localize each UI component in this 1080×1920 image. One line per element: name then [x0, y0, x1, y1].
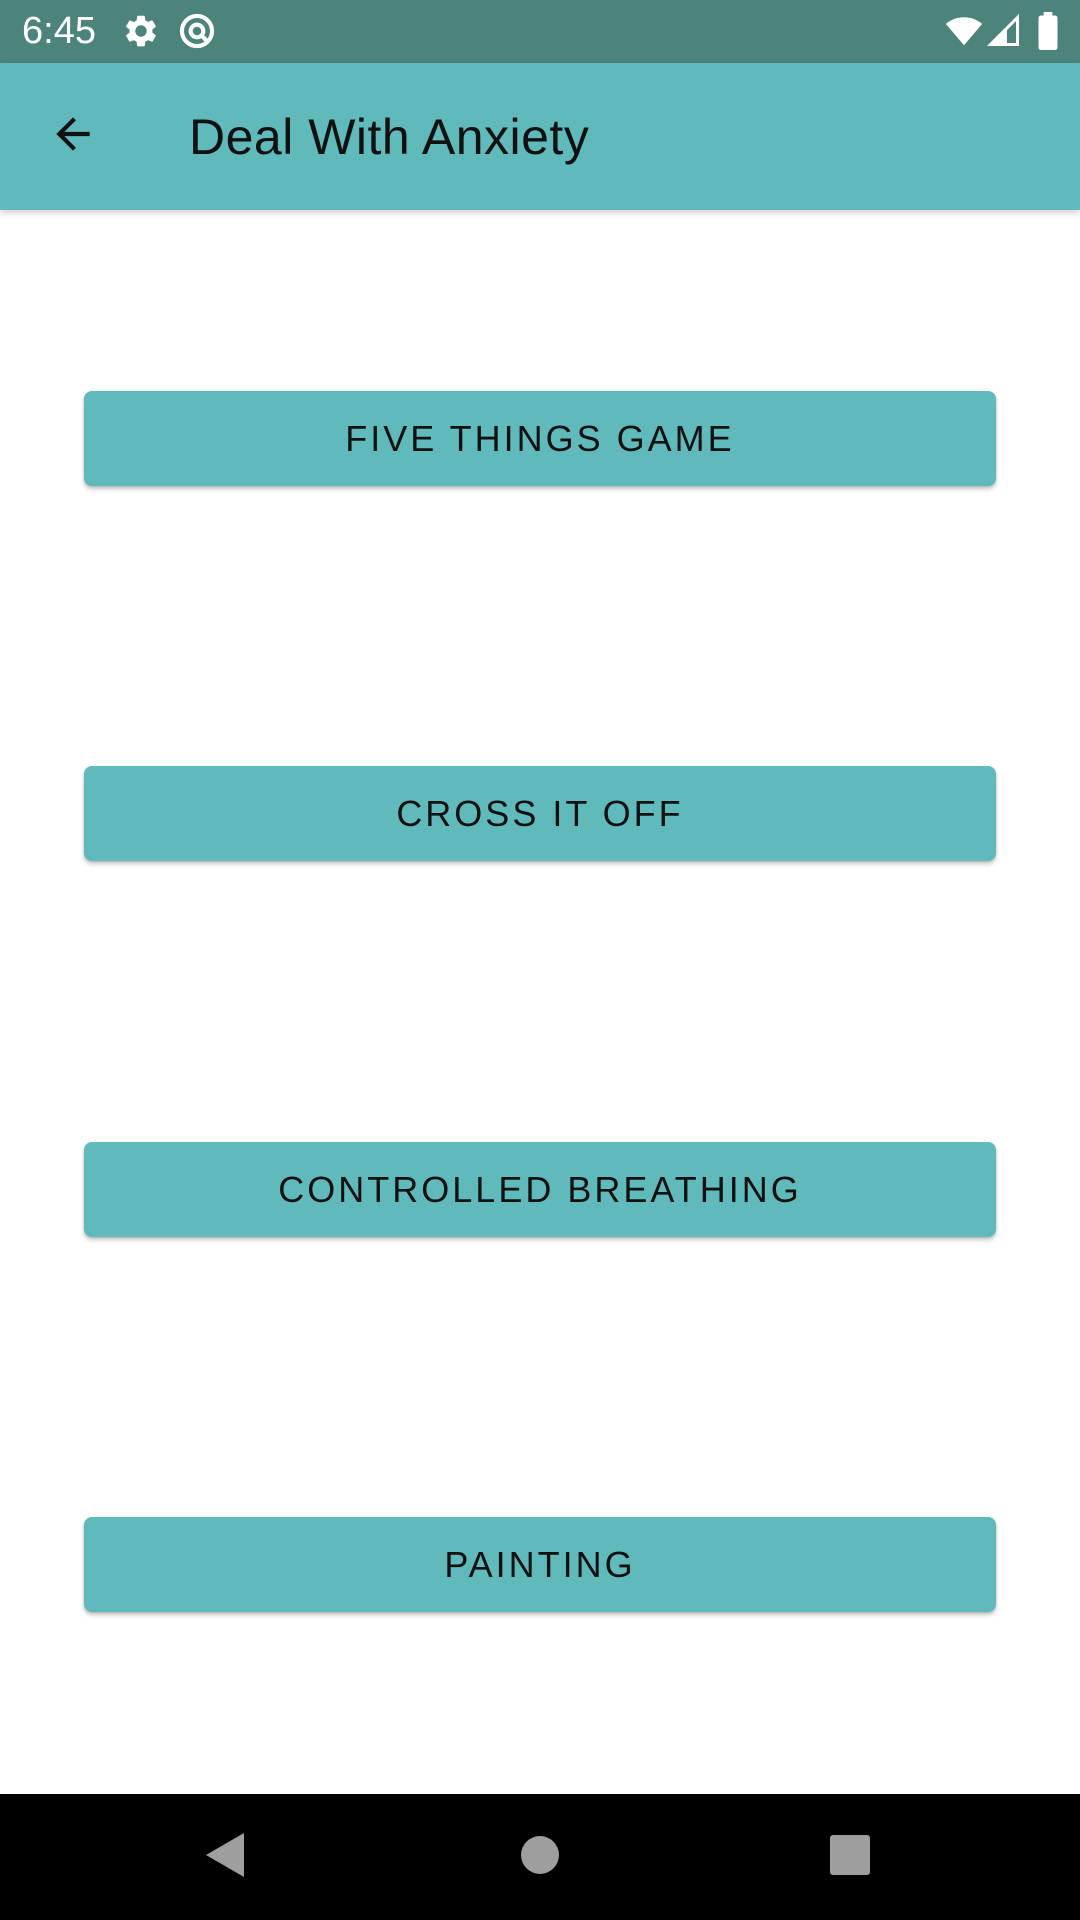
- five-things-game-button[interactable]: FIVE THINGS GAME: [84, 391, 996, 486]
- wifi-icon: [944, 12, 984, 50]
- nav-home-button[interactable]: [507, 1824, 573, 1890]
- cellular-signal-icon: [986, 12, 1024, 50]
- back-triangle-icon: [202, 1830, 248, 1885]
- nav-recents-button[interactable]: [817, 1824, 883, 1890]
- painting-button[interactable]: PAINTING: [84, 1517, 996, 1612]
- battery-icon: [1036, 12, 1060, 51]
- nav-back-button[interactable]: [192, 1824, 258, 1890]
- status-time: 6:45: [22, 10, 96, 52]
- screen: 6:45 Deal With Anxiety FIVE THINGS GAME …: [0, 0, 1080, 1920]
- app-bar: Deal With Anxiety: [0, 63, 1080, 210]
- arrow-back-icon: [48, 109, 98, 164]
- at-sign-icon: [178, 12, 216, 50]
- gear-icon: [122, 12, 160, 50]
- status-bar: 6:45: [0, 0, 1080, 63]
- cross-it-off-button[interactable]: CROSS IT OFF: [84, 766, 996, 861]
- controlled-breathing-button[interactable]: CONTROLLED BREATHING: [84, 1142, 996, 1237]
- navigation-bar: [0, 1794, 1080, 1920]
- page-title: Deal With Anxiety: [189, 109, 590, 165]
- back-button[interactable]: [36, 103, 110, 169]
- activity-list: FIVE THINGS GAME CROSS IT OFF CONTROLLED…: [0, 210, 1080, 1794]
- recents-square-icon: [829, 1834, 871, 1881]
- home-circle-icon: [518, 1833, 562, 1882]
